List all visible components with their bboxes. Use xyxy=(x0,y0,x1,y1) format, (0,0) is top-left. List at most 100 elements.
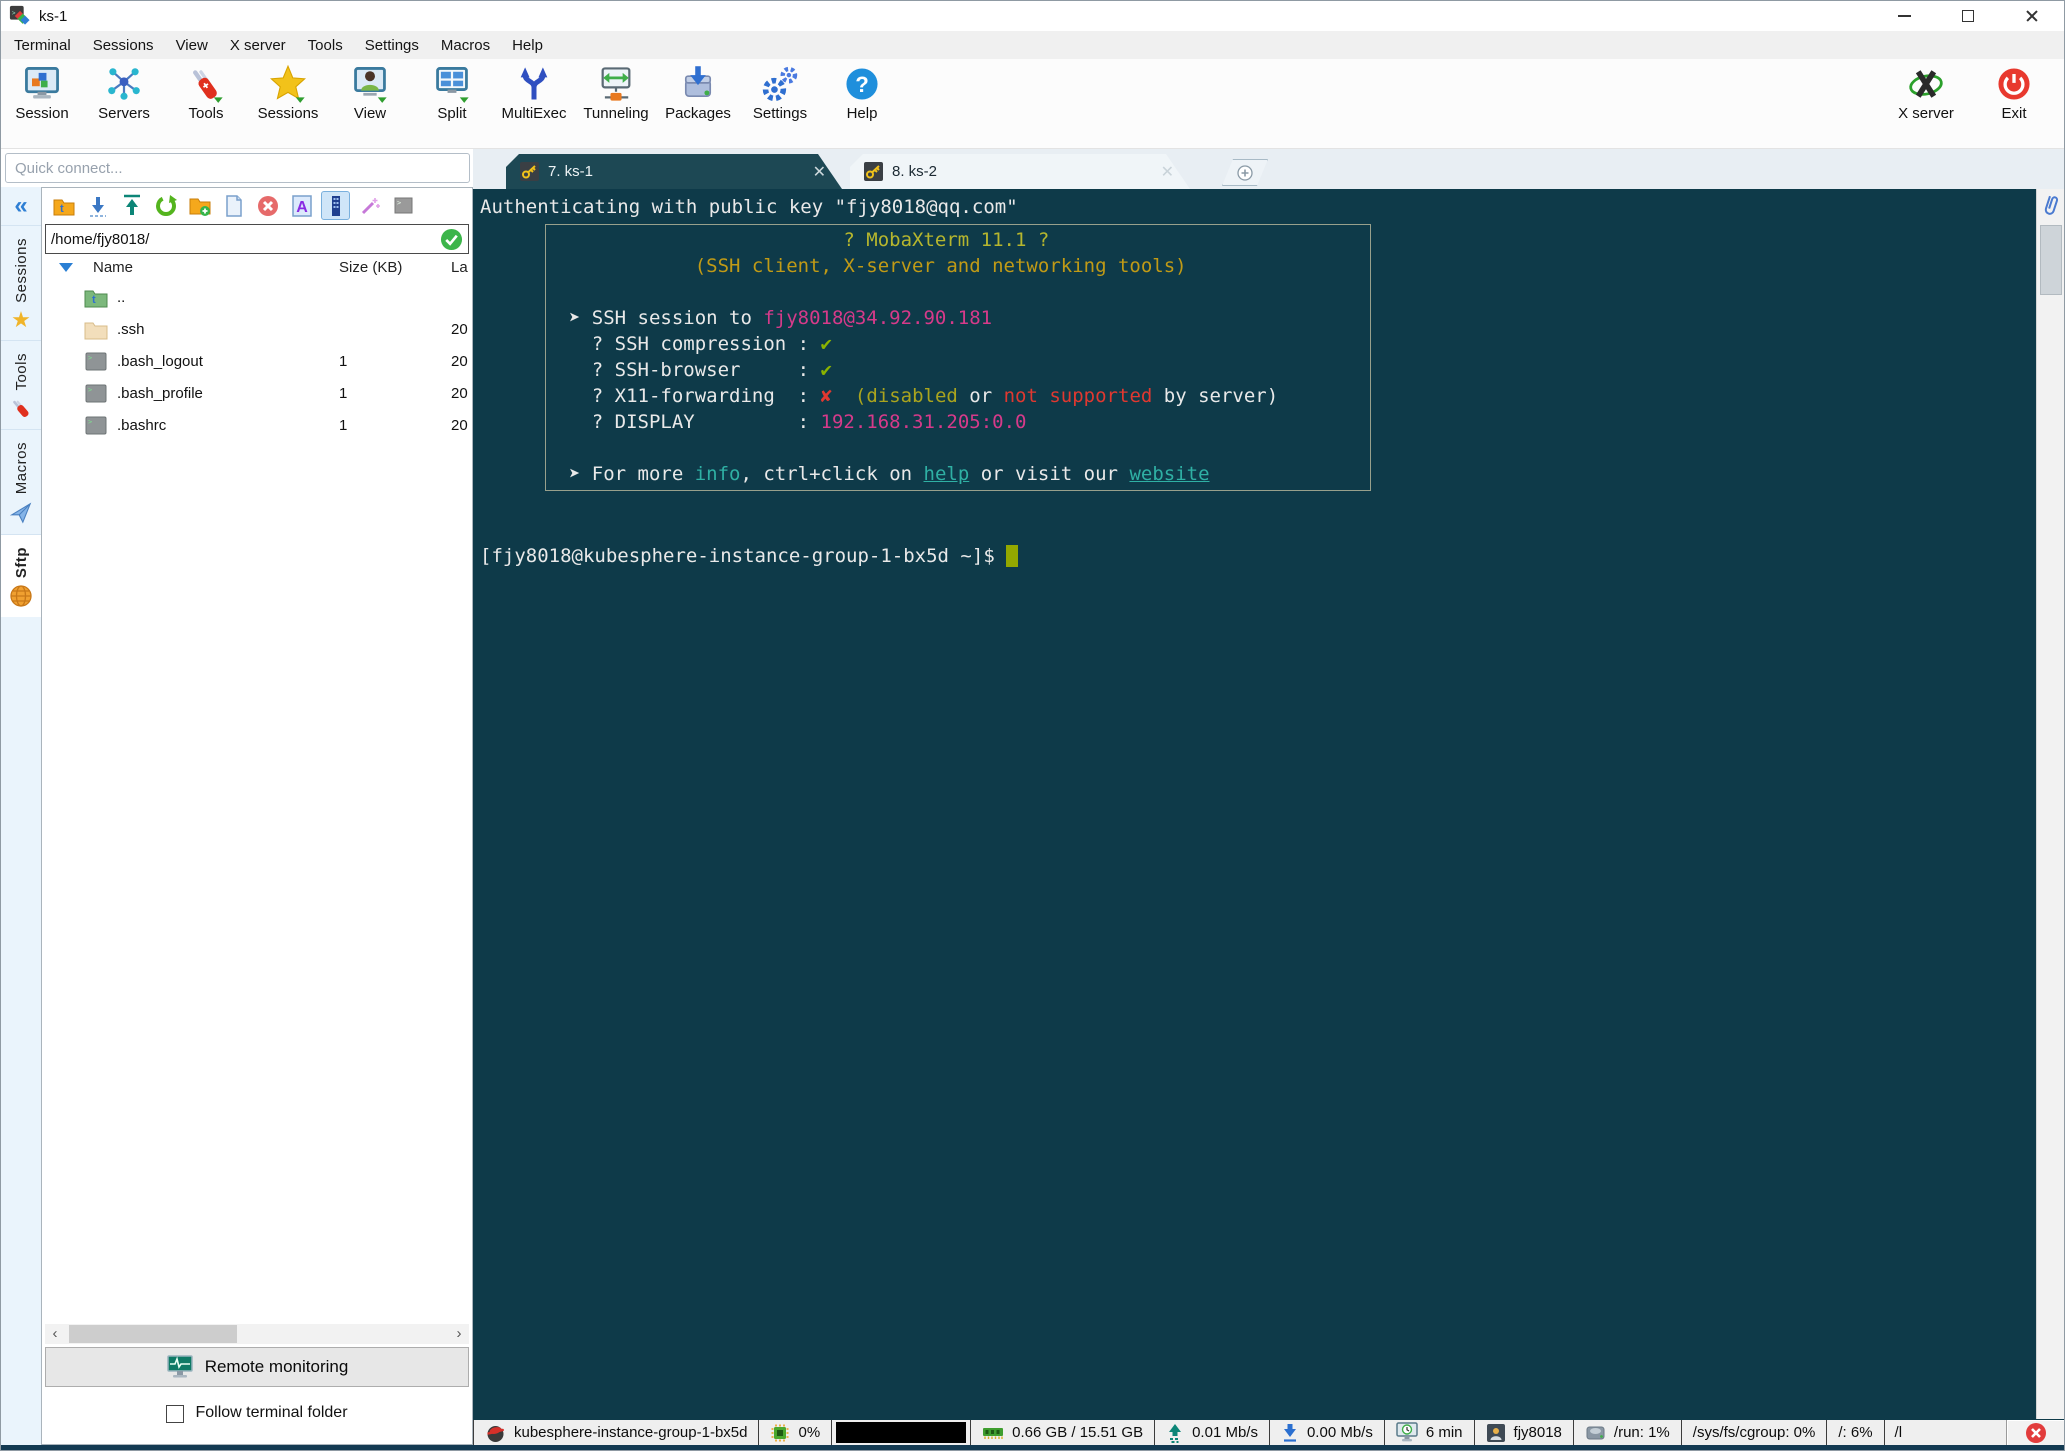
menu-settings[interactable]: Settings xyxy=(354,37,430,54)
view-button[interactable]: View xyxy=(329,64,411,122)
status-load-graph xyxy=(831,1420,970,1445)
quick-connect-input[interactable] xyxy=(5,153,470,183)
maximize-button[interactable] xyxy=(1936,1,2000,31)
new-file-icon[interactable] xyxy=(219,191,248,220)
refresh-icon[interactable] xyxy=(151,191,180,220)
session-button[interactable]: Session xyxy=(1,64,83,122)
file-row-bashrc[interactable]: > .bashrc 1 20 xyxy=(42,409,472,441)
file-row-parent[interactable]: t .. xyxy=(42,281,472,313)
terminal-text: Authenticating with public key "fjy8018@… xyxy=(480,196,1018,218)
new-tab-button[interactable] xyxy=(1222,159,1268,186)
menu-terminal[interactable]: Terminal xyxy=(3,37,82,54)
tunneling-button[interactable]: Tunneling xyxy=(575,64,657,122)
cpu-icon xyxy=(771,1424,789,1441)
terminal-output[interactable]: Authenticating with public key "fjy8018@… xyxy=(473,189,2036,1419)
terminal-link[interactable]: website xyxy=(1129,463,1209,485)
columns-icon[interactable] xyxy=(321,191,350,220)
tab-close-icon[interactable]: ✕ xyxy=(813,162,826,182)
new-folder-icon[interactable] xyxy=(185,191,214,220)
help-button[interactable]: ? Help xyxy=(821,64,903,122)
upload-icon[interactable] xyxy=(117,191,146,220)
status-ram: 0.66 GB / 15.51 GB xyxy=(970,1420,1154,1445)
tab-ks-2[interactable]: 8. ks-2 ✕ xyxy=(850,154,1190,189)
column-header-last-modified[interactable]: La xyxy=(451,259,472,276)
sidebar-tab-tools[interactable]: Tools xyxy=(1,339,41,430)
rename-icon[interactable]: A xyxy=(287,191,316,220)
menu-macros[interactable]: Macros xyxy=(430,37,501,54)
home-folder-icon[interactable]: t xyxy=(49,191,78,220)
terminal-text: ➤ For more xyxy=(546,463,695,485)
console-icon[interactable]: > xyxy=(389,191,418,220)
status-cpu: 0% xyxy=(758,1420,831,1445)
wand-icon[interactable] xyxy=(355,191,384,220)
menu-help[interactable]: Help xyxy=(501,37,554,54)
status-disk-run: /run: 1% xyxy=(1572,1420,1681,1445)
sftp-path-value: /home/fjy8018/ xyxy=(51,230,150,248)
terminal-scrollbar[interactable] xyxy=(2036,189,2064,1419)
remote-monitoring-icon xyxy=(166,1355,193,1378)
x-server-icon xyxy=(1909,70,1943,98)
sessions-button[interactable]: Sessions xyxy=(247,64,329,122)
disk-icon xyxy=(1586,1426,1605,1439)
x-server-button[interactable]: X server xyxy=(1882,64,1970,122)
split-button[interactable]: Split xyxy=(411,64,493,122)
servers-button[interactable]: Servers xyxy=(83,64,165,122)
svg-text:t: t xyxy=(92,294,96,306)
file-row-ssh[interactable]: .ssh 20 xyxy=(42,313,472,345)
terminal-text: ✔ xyxy=(820,333,832,355)
sidebar-tab-sftp[interactable]: Sftp xyxy=(1,533,41,617)
scroll-right-icon[interactable]: › xyxy=(449,1324,469,1344)
sidebar-tab-sessions[interactable]: Sessions ★ xyxy=(1,225,41,340)
redhat-icon xyxy=(487,1426,504,1442)
side-tab-strip: « Sessions ★ Tools Macros Sftp xyxy=(1,187,41,1445)
tab-close-icon[interactable]: ✕ xyxy=(1161,162,1174,182)
svg-text:t: t xyxy=(60,203,64,215)
file-row-bash-profile[interactable]: > .bash_profile 1 20 xyxy=(42,377,472,409)
minimize-button[interactable] xyxy=(1872,1,1936,31)
column-header-name[interactable]: Name xyxy=(73,259,339,276)
sidebar-tab-macros[interactable]: Macros xyxy=(1,429,41,533)
terminal-text: ? SSH-browser : xyxy=(546,359,821,381)
terminal-link[interactable]: help xyxy=(924,463,970,485)
sftp-path-field[interactable]: /home/fjy8018/ xyxy=(45,224,469,254)
scrollbar-thumb[interactable] xyxy=(69,1325,237,1343)
multiexec-button[interactable]: MultiExec xyxy=(493,64,575,122)
horizontal-scrollbar[interactable]: ‹ › xyxy=(45,1324,469,1344)
tools-button[interactable]: Tools xyxy=(165,64,247,122)
remote-monitoring-button[interactable]: Remote monitoring xyxy=(45,1347,469,1387)
terminal-cursor xyxy=(1006,545,1018,567)
file-row-bash-logout[interactable]: > .bash_logout 1 20 xyxy=(42,345,472,377)
sort-descending-icon[interactable] xyxy=(59,263,73,272)
scroll-left-icon[interactable]: ‹ xyxy=(45,1324,65,1344)
terminal-prompt: [fjy8018@kubesphere-instance-group-1-bx5… xyxy=(480,491,2036,569)
download-icon[interactable] xyxy=(83,191,112,220)
close-button[interactable] xyxy=(2000,1,2064,31)
menu-x-server[interactable]: X server xyxy=(219,37,297,54)
menu-tools[interactable]: Tools xyxy=(297,37,354,54)
collapse-panel-button[interactable]: « xyxy=(1,187,41,225)
menu-view[interactable]: View xyxy=(165,37,219,54)
tab-ks-1[interactable]: 7. ks-1 ✕ xyxy=(506,154,842,189)
main-toolbar: Session Servers Tools Sessions View Spli… xyxy=(1,59,2064,149)
status-disk-truncated: /l xyxy=(1883,1420,1910,1445)
exit-button[interactable]: Exit xyxy=(1970,64,2058,122)
settings-button[interactable]: Settings xyxy=(739,64,821,122)
terminal-text: ? MobaXterm 11.1 ? xyxy=(546,229,1050,251)
delete-icon[interactable] xyxy=(253,191,282,220)
status-download: 0.00 Mb/s xyxy=(1268,1420,1384,1445)
exit-power-icon xyxy=(1998,68,2030,100)
terminal-text: by server) xyxy=(1152,385,1279,407)
plus-icon xyxy=(1237,165,1253,181)
close-session-button[interactable] xyxy=(2006,1420,2064,1445)
svg-text:>: > xyxy=(88,386,92,394)
attachment-button[interactable] xyxy=(2037,189,2064,223)
follow-terminal-folder-checkbox[interactable] xyxy=(166,1405,185,1423)
scrollbar-thumb[interactable] xyxy=(2039,225,2062,295)
column-header-size[interactable]: Size (KB) xyxy=(339,259,451,276)
statusbar: kubesphere-instance-group-1-bx5d 0% 0.66… xyxy=(473,1419,2064,1445)
terminal-text: ? X11-forwarding : xyxy=(546,385,821,407)
packages-button[interactable]: Packages xyxy=(657,64,739,122)
help-icon: ? xyxy=(846,68,878,100)
menu-sessions[interactable]: Sessions xyxy=(82,37,165,54)
